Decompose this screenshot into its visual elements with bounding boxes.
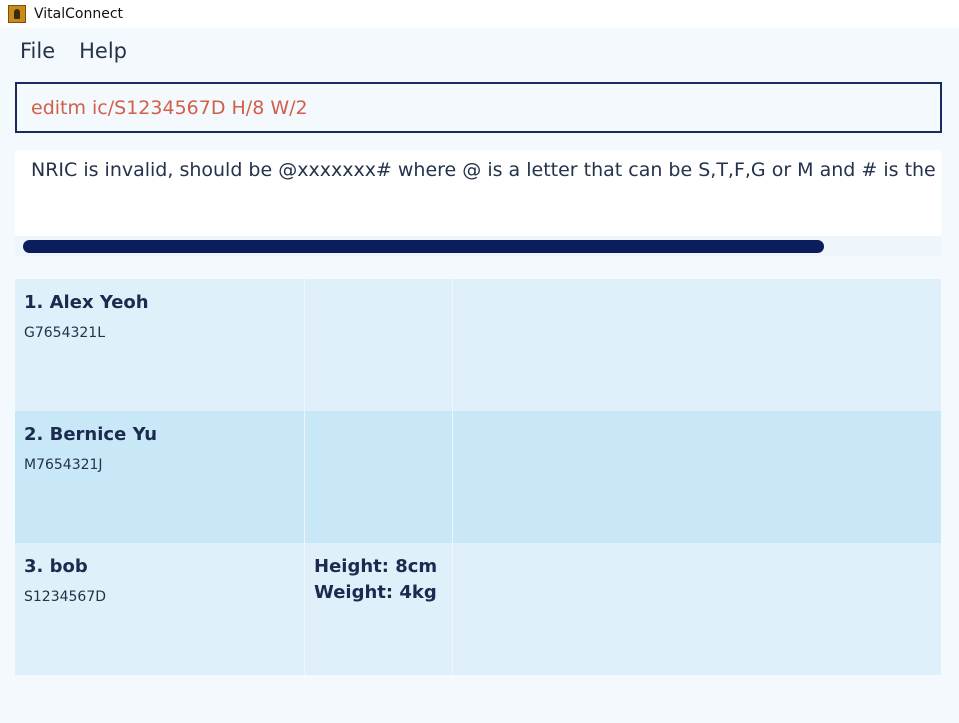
progress-fill xyxy=(23,240,824,253)
patient-info-cell: 1. Alex Yeoh G7654321L xyxy=(15,279,305,411)
list-item[interactable]: 1. Alex Yeoh G7654321L xyxy=(15,279,941,411)
patient-weight: Weight: 4kg xyxy=(314,582,437,603)
command-input[interactable]: editm ic/S1234567D H/8 W/2 xyxy=(15,82,942,133)
patient-name: 3. bob xyxy=(24,556,88,577)
patient-name: 1. Alex Yeoh xyxy=(24,292,149,313)
result-display: NRIC is invalid, should be @xxxxxxx# whe… xyxy=(15,150,941,236)
title-bar: VitalConnect xyxy=(0,0,959,28)
patient-info-cell: 3. bob S1234567D xyxy=(15,543,305,675)
patient-metrics-cell xyxy=(305,411,453,543)
progress-bar xyxy=(15,236,941,256)
window-title: VitalConnect xyxy=(34,6,124,22)
menu-bar: File Help xyxy=(0,28,959,74)
list-item[interactable]: 3. bob S1234567D Height: 8cm Weight: 4kg xyxy=(15,543,941,675)
menu-help[interactable]: Help xyxy=(79,39,127,63)
patient-extra-cell xyxy=(453,411,941,543)
patient-nric: S1234567D xyxy=(24,589,107,605)
patient-info-cell: 2. Bernice Yu M7654321J xyxy=(15,411,305,543)
patient-list[interactable]: 1. Alex Yeoh G7654321L 2. Bernice Yu M76… xyxy=(15,279,941,723)
patient-nric: G7654321L xyxy=(24,325,105,341)
result-message: NRIC is invalid, should be @xxxxxxx# whe… xyxy=(31,159,941,181)
address-book-icon xyxy=(8,5,26,23)
patient-extra-cell xyxy=(453,543,941,675)
patient-extra-cell xyxy=(453,279,941,411)
patient-metrics-cell: Height: 8cm Weight: 4kg xyxy=(305,543,453,675)
patient-nric: M7654321J xyxy=(24,457,103,473)
menu-file[interactable]: File xyxy=(20,39,55,63)
list-item[interactable]: 2. Bernice Yu M7654321J xyxy=(15,411,941,543)
command-text[interactable]: editm ic/S1234567D H/8 W/2 xyxy=(31,97,308,119)
patient-name: 2. Bernice Yu xyxy=(24,424,158,445)
patient-metrics-cell xyxy=(305,279,453,411)
